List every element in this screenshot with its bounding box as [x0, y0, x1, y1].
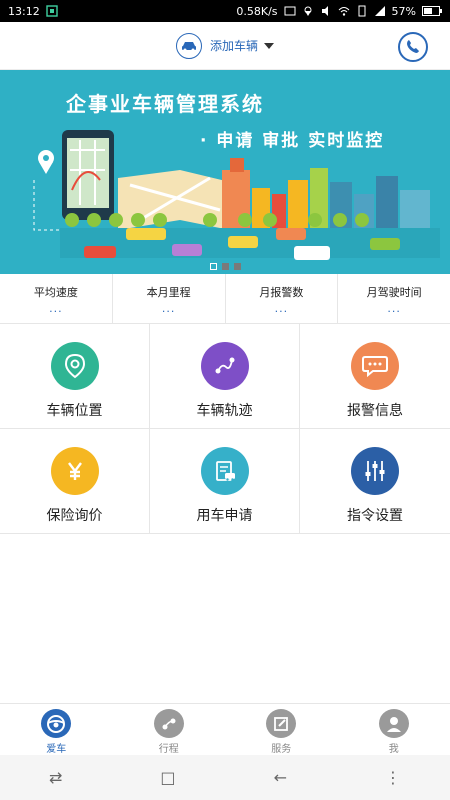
feature-label: 报警信息 [347, 403, 403, 419]
status-bar: 13:12 0.58K/s 57% [0, 0, 450, 22]
battery-percent: 57% [391, 4, 416, 18]
mute-icon [321, 6, 328, 16]
stats-row: 平均速度 ... 本月里程 ... 月报警数 ... 月驾驶时间 ... [0, 274, 450, 324]
tab-trip[interactable]: 行程 [113, 704, 226, 755]
add-vehicle-label: 添加车辆 [209, 39, 258, 53]
trip-icon [153, 709, 184, 738]
feature-car-request[interactable]: 用车申请 [150, 429, 300, 534]
feature-vehicle-location[interactable]: 车辆位置 [0, 324, 150, 429]
tab-label: 服务 [271, 744, 292, 755]
cast-icon [284, 6, 296, 16]
battery-icon [422, 6, 442, 16]
bottom-tab-bar: 爱车 行程 服务 我 [0, 703, 450, 755]
car-icon [175, 32, 202, 59]
phone-icon [407, 40, 419, 53]
feature-label: 用车申请 [196, 508, 253, 524]
stat-value: ... [387, 302, 401, 315]
stat-monthly-alarms: 月报警数 ... [226, 274, 339, 323]
edit-icon [266, 709, 297, 738]
home-icon[interactable]: □ [160, 768, 175, 787]
feature-label: 车辆轨迹 [196, 403, 253, 419]
feature-vehicle-track[interactable]: 车辆轨迹 [150, 324, 300, 429]
banner-subtitle: · 申请 审批 实时监控 [200, 131, 385, 151]
stat-value: ... [274, 302, 289, 315]
system-nav-bar: ⇄ □ ← ⋮ [0, 755, 450, 800]
yen-icon [50, 447, 99, 495]
feature-insurance-quote[interactable]: 保险询价 [0, 429, 150, 534]
carousel-dot[interactable] [234, 263, 241, 270]
sliders-icon [351, 447, 399, 495]
user-icon [378, 709, 409, 738]
chat-bubble-icon [351, 342, 399, 390]
phone-button[interactable] [398, 32, 428, 62]
promo-banner[interactable]: 企事业车辆管理系统 · 申请 审批 实时监控 [0, 70, 450, 274]
stat-value: ... [161, 302, 176, 315]
stat-label: 本月里程 [146, 286, 191, 299]
menu-icon[interactable]: ⋮ [385, 768, 401, 787]
route-icon [200, 342, 249, 390]
location-pin-icon [50, 342, 99, 390]
signal-icon [374, 6, 385, 16]
steering-wheel-icon [41, 709, 72, 738]
vehicle-selector[interactable]: 添加车辆 [175, 32, 274, 59]
back-icon[interactable]: ← [274, 768, 287, 787]
feature-label: 车辆位置 [46, 403, 103, 419]
tab-me[interactable]: 我 [338, 704, 450, 755]
screenshot-icon [46, 5, 58, 17]
carousel-indicator [210, 263, 241, 270]
wifi-icon [338, 7, 349, 16]
car-document-icon [200, 447, 249, 495]
stat-label: 月驾驶时间 [366, 286, 422, 299]
app-header: 添加车辆 [0, 22, 450, 70]
stat-label: 月报警数 [259, 286, 304, 299]
chevron-down-icon [264, 42, 274, 49]
tab-label: 行程 [158, 744, 179, 755]
feature-alarm-info[interactable]: 报警信息 [300, 324, 450, 429]
tab-label: 我 [388, 744, 399, 755]
stat-value: ... [49, 302, 63, 315]
feature-grid: 车辆位置 车辆轨迹 报警信息 保险询价 用车申请 指令设置 [0, 324, 450, 534]
feature-label: 指令设置 [347, 508, 403, 524]
switch-apps-icon[interactable]: ⇄ [49, 768, 62, 787]
carousel-dot[interactable] [210, 263, 217, 270]
tab-label: 爱车 [46, 744, 67, 755]
location-icon [304, 6, 312, 16]
tab-service[interactable]: 服务 [225, 704, 338, 755]
stat-avg-speed: 平均速度 ... [0, 274, 113, 323]
network-speed: 0.58K/s [236, 4, 278, 18]
carousel-dot[interactable] [222, 263, 229, 270]
tab-my-car[interactable]: 爱车 [0, 704, 113, 755]
feature-label: 保险询价 [46, 508, 103, 524]
stat-monthly-driving-time: 月驾驶时间 ... [338, 274, 450, 323]
sim-icon [358, 5, 366, 17]
feature-command-settings[interactable]: 指令设置 [300, 429, 450, 534]
stat-monthly-mileage: 本月里程 ... [113, 274, 226, 323]
stat-label: 平均速度 [33, 286, 78, 299]
banner-title: 企事业车辆管理系统 [66, 92, 264, 116]
status-time: 13:12 [8, 4, 40, 18]
